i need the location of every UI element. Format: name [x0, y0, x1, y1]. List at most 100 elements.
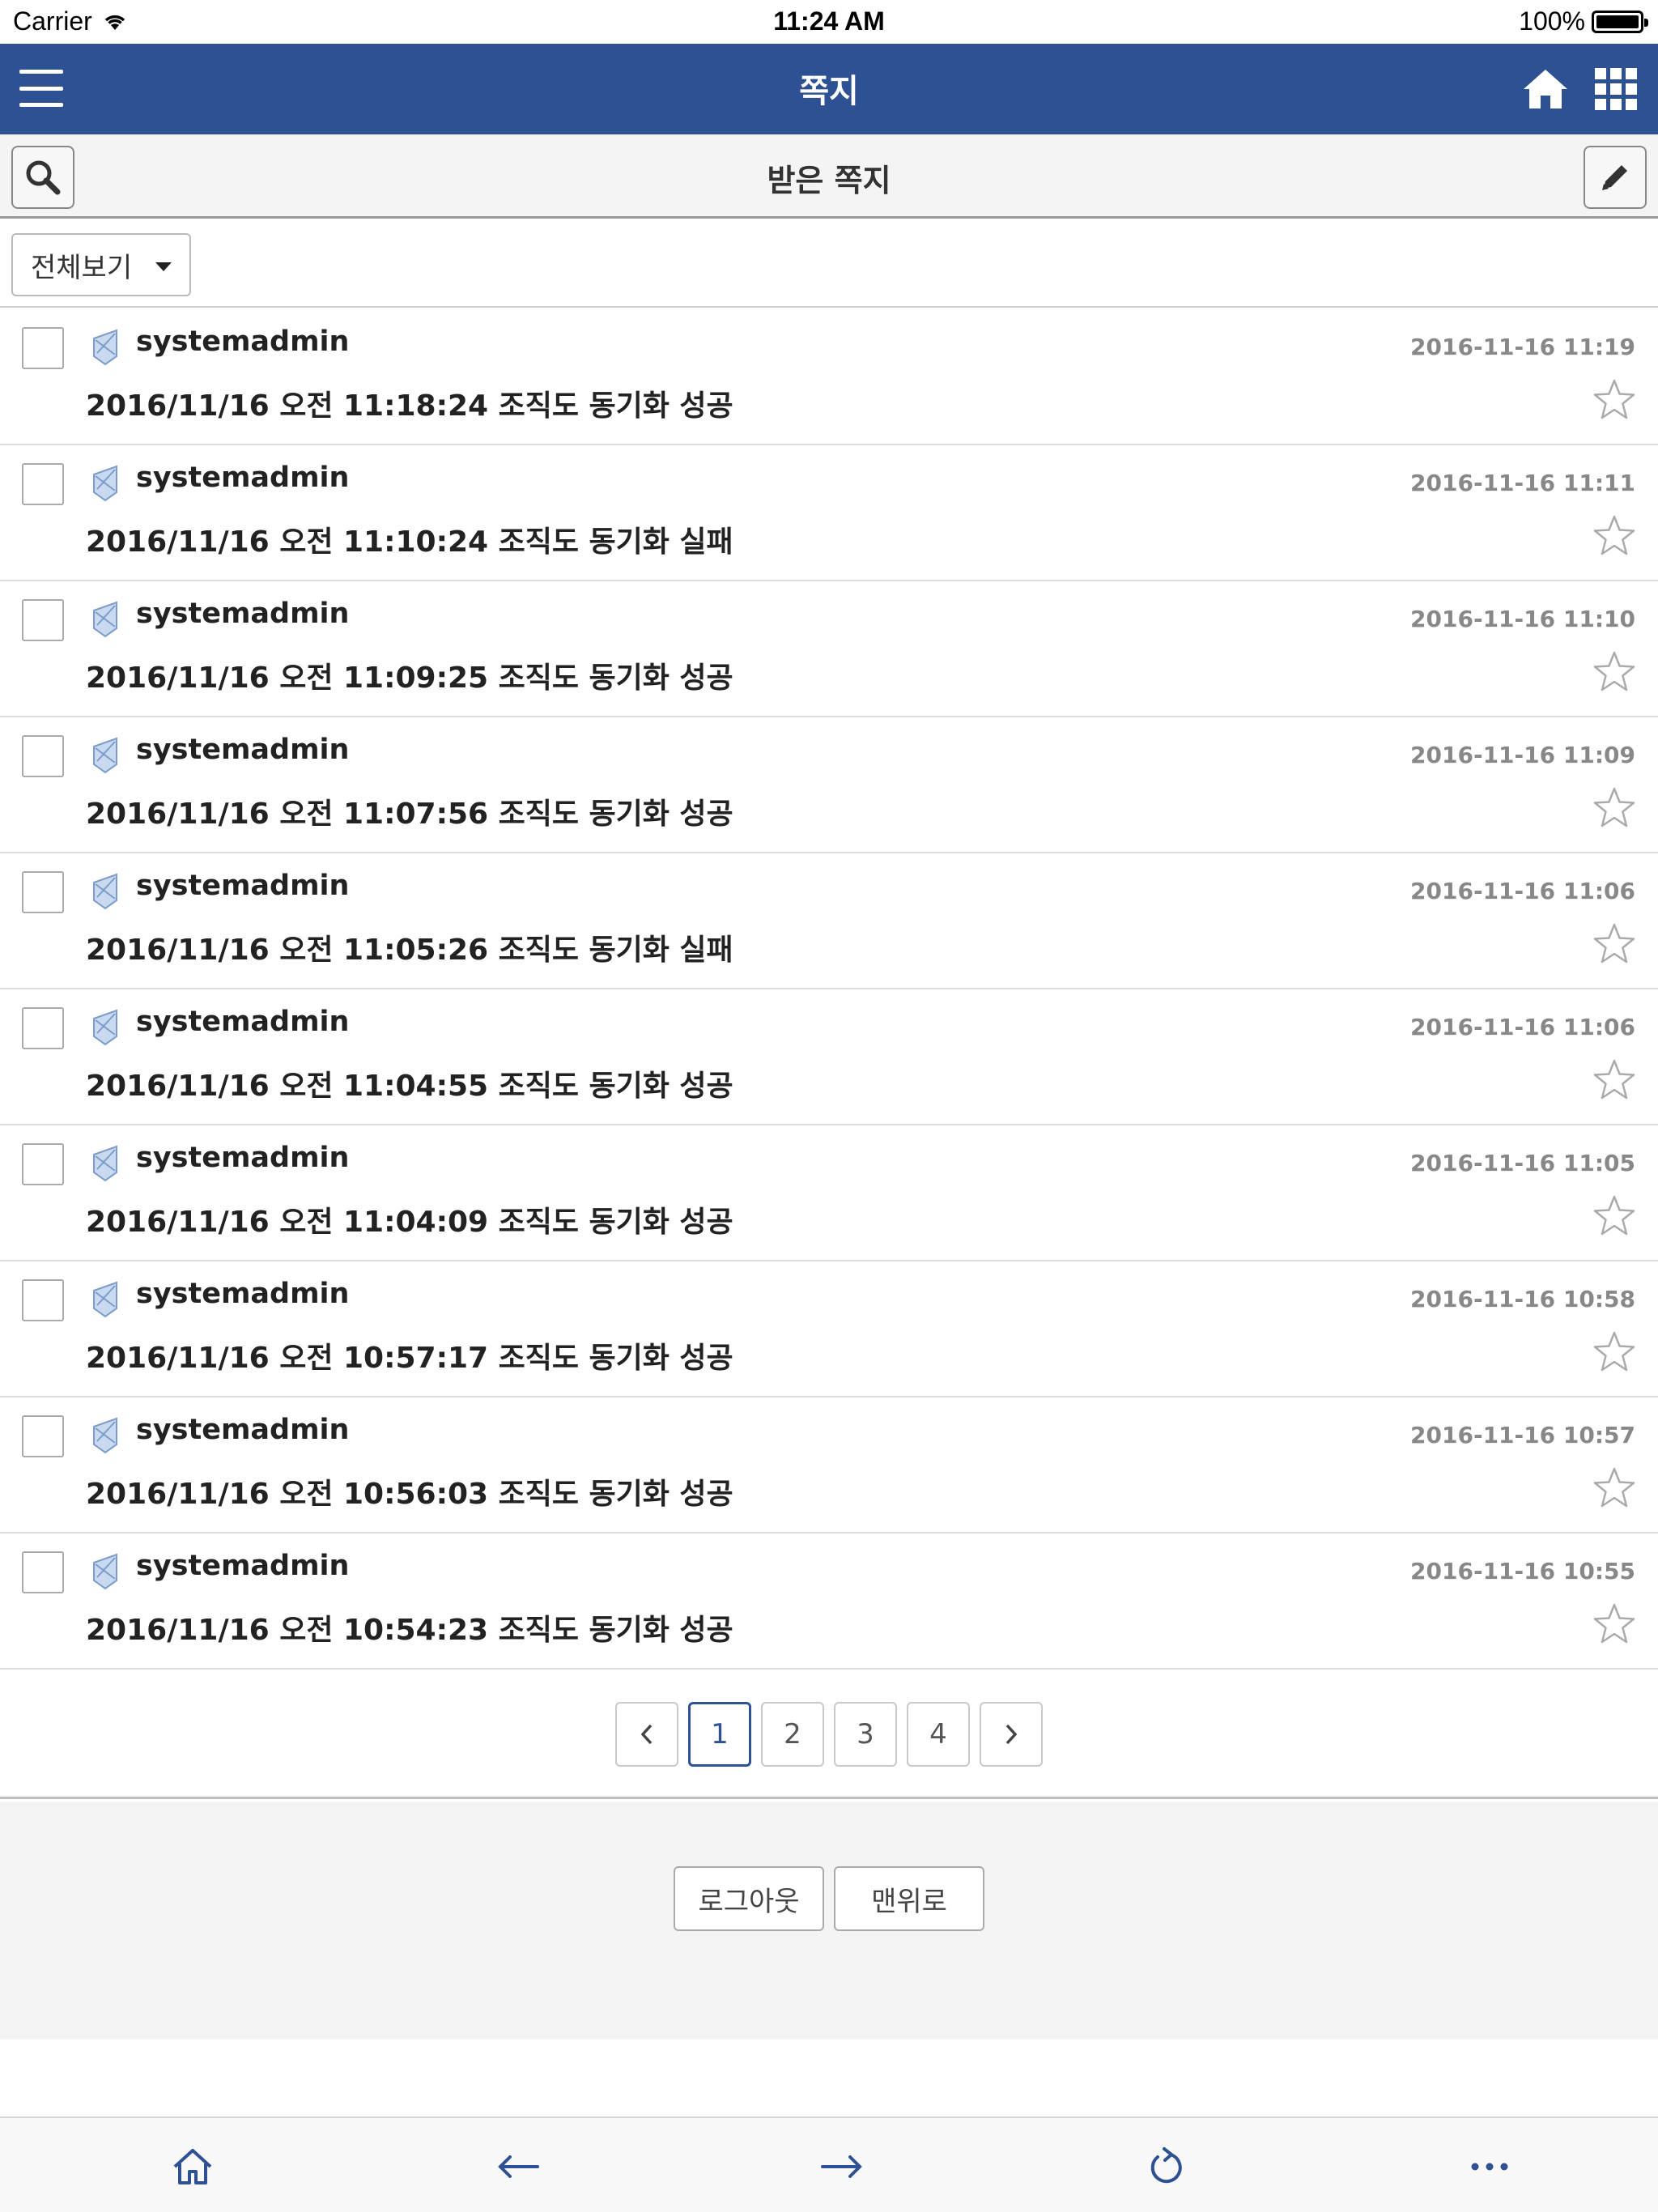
- next-page-button[interactable]: [980, 1702, 1043, 1767]
- message-checkbox[interactable]: [22, 735, 64, 777]
- sub-header: 받은 쪽지: [0, 134, 1658, 219]
- section-title: 받은 쪽지: [767, 163, 891, 198]
- star-icon[interactable]: [1592, 1465, 1637, 1511]
- message-checkbox[interactable]: [22, 327, 64, 369]
- message-subject: 2016/11/16 오전 10:56:03 조직도 동기화 성공: [86, 1478, 733, 1511]
- star-icon[interactable]: [1592, 1602, 1637, 1647]
- star-icon[interactable]: [1592, 785, 1637, 831]
- toolbar-home-button[interactable]: [168, 2142, 217, 2191]
- message-sender: systemadmin: [136, 598, 350, 630]
- view-filter-dropdown[interactable]: 전체보기: [11, 233, 191, 296]
- message-subject: 2016/11/16 오전 11:10:24 조직도 동기화 실패: [86, 525, 733, 559]
- message-row[interactable]: systemadmin 2016-11-16 10:55 2016/11/16 …: [0, 1534, 1658, 1670]
- message-row[interactable]: systemadmin 2016-11-16 11:09 2016/11/16 …: [0, 717, 1658, 853]
- footer: 로그아웃 맨위로: [0, 1802, 1658, 2040]
- message-checkbox[interactable]: [22, 1007, 64, 1049]
- message-row[interactable]: systemadmin 2016-11-16 11:06 2016/11/16 …: [0, 853, 1658, 989]
- message-row[interactable]: systemadmin 2016-11-16 10:57 2016/11/16 …: [0, 1397, 1658, 1534]
- message-subject: 2016/11/16 오전 11:18:24 조직도 동기화 성공: [86, 389, 733, 423]
- caret-down-icon: [155, 262, 172, 271]
- message-row[interactable]: systemadmin 2016-11-16 11:19 2016/11/16 …: [0, 309, 1658, 445]
- message-checkbox[interactable]: [22, 871, 64, 913]
- mail-icon: [93, 1553, 117, 1590]
- message-checkbox[interactable]: [22, 463, 64, 505]
- page-3-button[interactable]: 3: [834, 1702, 897, 1767]
- star-icon[interactable]: [1592, 1329, 1637, 1375]
- toolbar-more-button[interactable]: [1465, 2142, 1514, 2191]
- more-icon: [1471, 2163, 1508, 2171]
- message-sender: systemadmin: [136, 1550, 350, 1582]
- message-list: systemadmin 2016-11-16 11:19 2016/11/16 …: [0, 309, 1658, 1670]
- chevron-left-icon: [640, 1724, 653, 1745]
- message-date: 2016-11-16 11:06: [1410, 878, 1635, 904]
- message-subject: 2016/11/16 오전 10:54:23 조직도 동기화 성공: [86, 1614, 733, 1647]
- message-subject: 2016/11/16 오전 11:09:25 조직도 동기화 성공: [86, 661, 733, 695]
- app-header: 쪽지: [0, 44, 1658, 134]
- star-icon[interactable]: [1592, 1057, 1637, 1103]
- home-outline-icon: [173, 2149, 212, 2184]
- battery-icon: [1592, 10, 1648, 33]
- mail-icon: [93, 329, 117, 366]
- message-date: 2016-11-16 11:09: [1410, 742, 1635, 768]
- message-sender: systemadmin: [136, 1006, 350, 1038]
- pagination: 1234: [0, 1670, 1658, 1799]
- message-sender: systemadmin: [136, 870, 350, 902]
- mail-icon: [93, 873, 117, 910]
- message-checkbox[interactable]: [22, 1415, 64, 1457]
- prev-page-button[interactable]: [615, 1702, 678, 1767]
- message-date: 2016-11-16 10:57: [1410, 1422, 1635, 1448]
- grid-icon[interactable]: [1595, 68, 1637, 110]
- message-date: 2016-11-16 11:05: [1410, 1150, 1635, 1176]
- message-row[interactable]: systemadmin 2016-11-16 10:58 2016/11/16 …: [0, 1261, 1658, 1397]
- mail-icon: [93, 1281, 117, 1318]
- message-row[interactable]: systemadmin 2016-11-16 11:10 2016/11/16 …: [0, 581, 1658, 717]
- home-icon[interactable]: [1522, 66, 1569, 110]
- message-checkbox[interactable]: [22, 1143, 64, 1185]
- message-sender: systemadmin: [136, 1142, 350, 1174]
- page-1-button[interactable]: 1: [688, 1702, 751, 1767]
- scroll-top-button[interactable]: 맨위로: [834, 1866, 984, 1931]
- filter-selected-label: 전체보기: [31, 251, 133, 284]
- mail-icon: [93, 465, 117, 502]
- mail-icon: [93, 1145, 117, 1182]
- message-row[interactable]: systemadmin 2016-11-16 11:11 2016/11/16 …: [0, 445, 1658, 581]
- compose-button[interactable]: [1584, 146, 1647, 209]
- toolbar-forward-button[interactable]: [818, 2142, 866, 2191]
- star-icon[interactable]: [1592, 1193, 1637, 1239]
- message-checkbox[interactable]: [22, 1279, 64, 1321]
- message-date: 2016-11-16 11:10: [1410, 606, 1635, 632]
- logout-button[interactable]: 로그아웃: [674, 1866, 824, 1931]
- message-date: 2016-11-16 11:19: [1410, 334, 1635, 360]
- chevron-right-icon: [1005, 1724, 1018, 1745]
- mail-icon: [93, 1009, 117, 1046]
- filter-bar: 전체보기: [0, 219, 1658, 308]
- status-time: 11:24 AM: [773, 6, 885, 36]
- message-date: 2016-11-16 10:55: [1410, 1558, 1635, 1585]
- message-date: 2016-11-16 11:06: [1410, 1014, 1635, 1040]
- message-row[interactable]: systemadmin 2016-11-16 11:05 2016/11/16 …: [0, 1125, 1658, 1261]
- message-checkbox[interactable]: [22, 599, 64, 641]
- page-4-button[interactable]: 4: [907, 1702, 970, 1767]
- page-2-button[interactable]: 2: [761, 1702, 824, 1767]
- star-icon[interactable]: [1592, 921, 1637, 967]
- toolbar-refresh-button[interactable]: [1141, 2142, 1190, 2191]
- message-subject: 2016/11/16 오전 11:05:26 조직도 동기화 실패: [86, 934, 733, 967]
- mail-icon: [93, 1417, 117, 1454]
- message-sender: systemadmin: [136, 325, 350, 358]
- toolbar-back-button[interactable]: [494, 2142, 542, 2191]
- message-sender: systemadmin: [136, 1278, 350, 1310]
- bottom-toolbar: [0, 2116, 1658, 2212]
- message-date: 2016-11-16 10:58: [1410, 1286, 1635, 1312]
- battery-percent: 100%: [1519, 6, 1585, 36]
- message-checkbox[interactable]: [22, 1551, 64, 1593]
- message-row[interactable]: systemadmin 2016-11-16 11:06 2016/11/16 …: [0, 989, 1658, 1125]
- mail-icon: [93, 601, 117, 638]
- star-icon[interactable]: [1592, 649, 1637, 695]
- star-icon[interactable]: [1592, 377, 1637, 423]
- battery-indicator: 100%: [1519, 6, 1648, 36]
- pencil-icon: [1602, 165, 1627, 190]
- star-icon[interactable]: [1592, 513, 1637, 559]
- message-sender: systemadmin: [136, 734, 350, 766]
- message-subject: 2016/11/16 오전 11:04:55 조직도 동기화 성공: [86, 1070, 733, 1103]
- status-bar: Carrier 11:24 AM 100%: [0, 0, 1658, 44]
